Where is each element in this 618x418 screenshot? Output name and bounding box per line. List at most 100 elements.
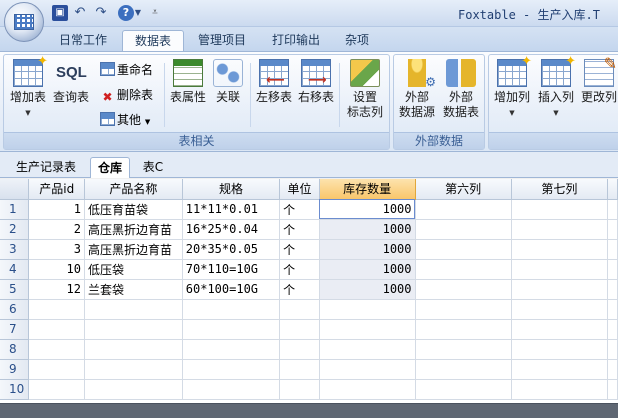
cell[interactable]	[415, 379, 512, 400]
cell[interactable]	[28, 359, 85, 380]
cell[interactable]	[182, 339, 281, 360]
cell[interactable]	[511, 219, 609, 240]
row-header[interactable]: 8	[0, 339, 30, 360]
external-table-button[interactable]: 外部 数据表	[440, 59, 482, 133]
cell-product-name[interactable]: 低压育苗袋	[84, 199, 183, 220]
cell[interactable]	[182, 379, 281, 400]
cell[interactable]	[319, 339, 416, 360]
tab-manage-project[interactable]: 管理项目	[190, 30, 254, 51]
cell[interactable]	[279, 319, 320, 340]
insert-column-button[interactable]: 插入列 ▼	[535, 54, 577, 133]
cell[interactable]	[84, 359, 183, 380]
cell[interactable]	[182, 319, 281, 340]
cell[interactable]	[182, 359, 281, 380]
rename-table-button[interactable]: 重命名	[100, 60, 153, 80]
set-flag-column-button[interactable]: 设置 标志列	[343, 59, 387, 133]
relations-button[interactable]: 关联	[210, 59, 246, 133]
cell[interactable]	[511, 299, 609, 320]
column-header-selected[interactable]: 库存数量	[319, 179, 416, 200]
cell[interactable]	[279, 379, 320, 400]
cell-unit[interactable]: 个	[279, 199, 320, 220]
cell[interactable]	[607, 359, 618, 380]
cell[interactable]	[415, 279, 512, 300]
cell-product-id[interactable]: 12	[28, 279, 85, 300]
cell[interactable]	[607, 239, 618, 260]
cell-unit[interactable]: 个	[279, 219, 320, 240]
cell[interactable]	[319, 379, 416, 400]
cell-stock-qty-current[interactable]: 1000	[319, 199, 416, 220]
redo-icon[interactable]: ↷	[93, 5, 109, 21]
tab-daily-work[interactable]: 日常工作	[52, 30, 114, 51]
save-icon[interactable]: ▣	[52, 5, 68, 21]
cell[interactable]	[511, 339, 609, 360]
cell[interactable]	[511, 359, 609, 380]
cell-product-id[interactable]: 1	[28, 199, 85, 220]
cell[interactable]	[607, 379, 618, 400]
cell[interactable]	[84, 299, 183, 320]
row-header[interactable]: 1	[0, 199, 30, 220]
cell-product-id[interactable]: 3	[28, 239, 85, 260]
cell[interactable]	[607, 199, 618, 220]
cell[interactable]	[415, 239, 512, 260]
cell[interactable]	[511, 279, 609, 300]
tab-table-c[interactable]: 表C	[138, 157, 168, 178]
cell[interactable]	[511, 319, 609, 340]
cell[interactable]	[607, 299, 618, 320]
column-header[interactable]: 产品名称	[84, 179, 183, 200]
cell[interactable]	[607, 279, 618, 300]
cell-stock-qty[interactable]: 1000	[319, 219, 416, 240]
row-header[interactable]: 7	[0, 319, 30, 340]
cell[interactable]	[511, 379, 609, 400]
add-column-button[interactable]: 增加列 ▼	[491, 54, 533, 133]
tab-production-records[interactable]: 生产记录表	[8, 157, 84, 178]
external-source-button[interactable]: 外部 数据源	[396, 59, 438, 133]
row-header[interactable]: 10	[0, 379, 30, 400]
cell[interactable]	[511, 259, 609, 280]
column-header[interactable]: 第六列	[415, 179, 512, 200]
cell[interactable]	[415, 359, 512, 380]
cell-product-name[interactable]: 高压黑折边育苗	[84, 219, 183, 240]
cell-product-name[interactable]: 兰套袋	[84, 279, 183, 300]
cell-stock-qty[interactable]: 1000	[319, 239, 416, 260]
cell[interactable]	[607, 259, 618, 280]
cell-product-name[interactable]: 高压黑折边育苗	[84, 239, 183, 260]
cell[interactable]	[28, 319, 85, 340]
rename-column-button[interactable]: 更改列	[579, 56, 618, 133]
cell[interactable]	[28, 379, 85, 400]
row-header[interactable]: 5	[0, 279, 30, 300]
cell[interactable]	[319, 299, 416, 320]
cell-stock-qty[interactable]: 1000	[319, 279, 416, 300]
cell[interactable]	[607, 339, 618, 360]
move-table-right-button[interactable]: 右移表	[296, 59, 336, 133]
cell-stock-qty[interactable]: 1000	[319, 259, 416, 280]
undo-icon[interactable]: ↶	[72, 5, 88, 21]
cell[interactable]	[84, 319, 183, 340]
move-table-left-button[interactable]: 左移表	[254, 59, 294, 133]
other-button[interactable]: 其他 ▼	[100, 110, 150, 130]
app-menu-button[interactable]	[4, 2, 44, 42]
cell-spec[interactable]: 16*25*0.04	[182, 219, 281, 240]
cell[interactable]	[415, 319, 512, 340]
row-header[interactable]: 3	[0, 239, 30, 260]
row-header[interactable]: 9	[0, 359, 30, 380]
cell[interactable]	[415, 199, 512, 220]
cell[interactable]	[182, 299, 281, 320]
cell[interactable]	[415, 299, 512, 320]
cell[interactable]	[279, 359, 320, 380]
cell-product-id[interactable]: 2	[28, 219, 85, 240]
cell-product-name[interactable]: 低压袋	[84, 259, 183, 280]
cell-spec[interactable]: 20*35*0.05	[182, 239, 281, 260]
query-table-button[interactable]: SQL 查询表	[50, 59, 92, 133]
cell[interactable]	[319, 359, 416, 380]
cell-spec[interactable]: 11*11*0.01	[182, 199, 281, 220]
tab-print-output[interactable]: 打印输出	[264, 30, 328, 51]
cell-product-id[interactable]: 10	[28, 259, 85, 280]
cell[interactable]	[511, 199, 609, 220]
cell[interactable]	[607, 319, 618, 340]
customize-toolbar-icon[interactable]: ⩡	[150, 5, 160, 21]
cell[interactable]	[84, 339, 183, 360]
cell-unit[interactable]: 个	[279, 239, 320, 260]
cell[interactable]	[607, 219, 618, 240]
cell-spec[interactable]: 60*100=10G	[182, 279, 281, 300]
delete-table-button[interactable]: ✖ 删除表	[100, 85, 153, 105]
